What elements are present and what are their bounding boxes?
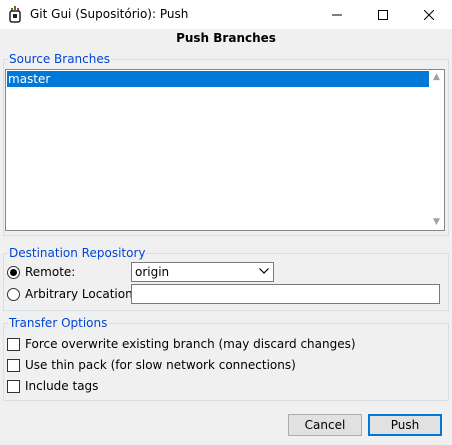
chevron-down-icon — [259, 266, 269, 277]
source-branches-legend: Source Branches — [9, 52, 110, 66]
remote-select-value: origin — [135, 265, 170, 279]
git-gui-icon — [9, 6, 21, 23]
scroll-down-icon[interactable]: ▼ — [429, 215, 444, 230]
minimize-button[interactable] — [314, 0, 360, 29]
destination-legend: Destination Repository — [9, 246, 146, 260]
include-tags-checkbox[interactable] — [7, 380, 20, 393]
source-branches-list[interactable]: master ▲ ▼ — [5, 69, 445, 231]
push-button[interactable]: Push — [368, 414, 442, 436]
radio-selected-dot — [10, 269, 17, 276]
cancel-button[interactable]: Cancel — [288, 414, 362, 436]
transfer-legend: Transfer Options — [9, 316, 108, 330]
thin-pack-label: Use thin pack (for slow network connecti… — [25, 358, 296, 372]
maximize-icon — [378, 9, 388, 20]
vertical-scrollbar[interactable]: ▲ ▼ — [429, 70, 444, 230]
close-icon — [424, 9, 434, 20]
arbitrary-location-label: Arbitrary Location: — [25, 287, 137, 301]
branch-label: master — [8, 72, 51, 86]
scroll-up-icon[interactable]: ▲ — [429, 70, 444, 85]
window-title: Git Gui (Supositório): Push — [30, 7, 189, 21]
force-overwrite-checkbox[interactable] — [7, 338, 20, 351]
list-item[interactable]: master — [7, 71, 429, 87]
maximize-button[interactable] — [360, 0, 406, 29]
thin-pack-checkbox[interactable] — [7, 359, 20, 372]
dialog-heading: Push Branches — [176, 31, 276, 45]
minimize-icon — [332, 14, 342, 15]
title-bar[interactable]: Git Gui (Supositório): Push — [0, 0, 452, 29]
close-button[interactable] — [406, 0, 452, 29]
arbitrary-location-radio[interactable] — [7, 288, 20, 301]
arbitrary-location-input[interactable] — [131, 284, 440, 304]
force-overwrite-label: Force overwrite existing branch (may dis… — [25, 337, 356, 351]
remote-label: Remote: — [25, 265, 76, 279]
include-tags-label: Include tags — [25, 379, 99, 393]
remote-select[interactable]: origin — [131, 262, 274, 282]
remote-radio[interactable] — [7, 266, 20, 279]
